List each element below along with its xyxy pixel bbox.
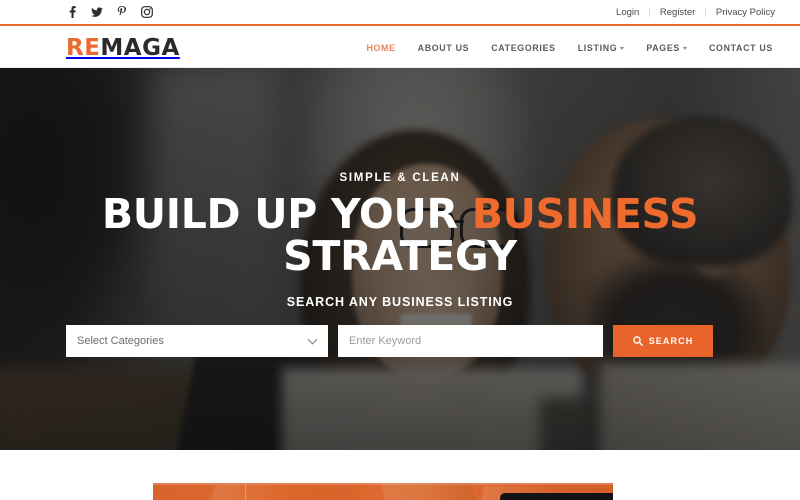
- banner-divider: [245, 483, 246, 500]
- instagram-icon[interactable]: [141, 6, 153, 18]
- chevron-down-icon: [682, 46, 687, 50]
- login-link[interactable]: Login: [607, 7, 648, 18]
- nav-item-pages-label: PAGES: [646, 42, 680, 53]
- nav-item-home[interactable]: HOME: [355, 43, 406, 53]
- nav-item-about-us[interactable]: ABOUT US: [407, 43, 481, 53]
- nav-item-categories[interactable]: CATEGORIES: [480, 43, 567, 53]
- search-button[interactable]: SEARCH: [613, 325, 713, 357]
- hero-title-line1-plain: BUILD UP YOUR: [101, 190, 472, 238]
- privacy-policy-link[interactable]: Privacy Policy: [707, 7, 784, 18]
- hero-title: BUILD UP YOUR BUSINESS STRATEGY: [101, 190, 699, 280]
- hero-search-bar: Select Categories Enter Keyword SEARCH: [66, 325, 734, 357]
- top-bar: Login | Register | Privacy Policy: [0, 0, 800, 26]
- facebook-icon[interactable]: [66, 6, 78, 18]
- nav-item-contact-us-label: CONTACT US: [708, 42, 773, 53]
- banner-texture-1: [210, 485, 336, 500]
- nav-item-about-us-label: ABOUT US: [417, 42, 470, 53]
- search-button-label: SEARCH: [648, 336, 694, 346]
- keyword-input-placeholder: Enter Keyword: [349, 335, 422, 347]
- site-logo[interactable]: REMAGA: [66, 35, 180, 61]
- hero-subtitle: SEARCH ANY BUSINESS LISTING: [286, 295, 514, 309]
- chevron-down-icon: [620, 46, 625, 50]
- keyword-input[interactable]: Enter Keyword: [338, 325, 603, 357]
- nav-item-contact-us[interactable]: CONTACT US: [698, 43, 784, 53]
- pinterest-icon[interactable]: [116, 6, 128, 18]
- magnifier-icon: [632, 336, 643, 346]
- nav-item-home-label: HOME: [366, 42, 396, 53]
- banner-texture-2: [380, 483, 476, 500]
- page-root: Login | Register | Privacy Policy REMAGA…: [0, 0, 800, 500]
- logo-part-2: MAGA: [100, 34, 180, 61]
- nav-item-pages[interactable]: PAGES: [635, 43, 698, 53]
- chevron-down-icon: [307, 334, 318, 345]
- nav-item-categories-label: CATEGORIES: [491, 42, 556, 53]
- nav-item-listing[interactable]: LISTING: [567, 43, 636, 53]
- site-header: REMAGA HOME ABOUT US CATEGORIES LISTING …: [0, 28, 800, 68]
- logo-part-1: RE: [66, 34, 101, 61]
- category-select[interactable]: Select Categories: [66, 325, 328, 357]
- category-select-value: Select Categories: [77, 335, 164, 347]
- twitter-icon[interactable]: [91, 6, 103, 18]
- register-link[interactable]: Register: [651, 7, 704, 18]
- hero-section: SIMPLE & CLEAN BUILD UP YOUR BUSINESS ST…: [0, 68, 800, 450]
- orange-texture-banner: [153, 483, 613, 500]
- social-links: [66, 6, 153, 18]
- hero-eyebrow: SIMPLE & CLEAN: [339, 172, 461, 184]
- hero-content: SIMPLE & CLEAN BUILD UP YOUR BUSINESS ST…: [0, 68, 800, 450]
- hero-title-line1-accent: BUSINESS: [471, 190, 699, 238]
- nav-item-listing-label: LISTING: [577, 42, 618, 53]
- hero-title-line2: STRATEGY: [283, 232, 517, 280]
- banner-dark-shape: [500, 493, 613, 500]
- main-navigation: HOME ABOUT US CATEGORIES LISTING PAGES C…: [355, 43, 784, 53]
- top-bar-links: Login | Register | Privacy Policy: [607, 7, 784, 18]
